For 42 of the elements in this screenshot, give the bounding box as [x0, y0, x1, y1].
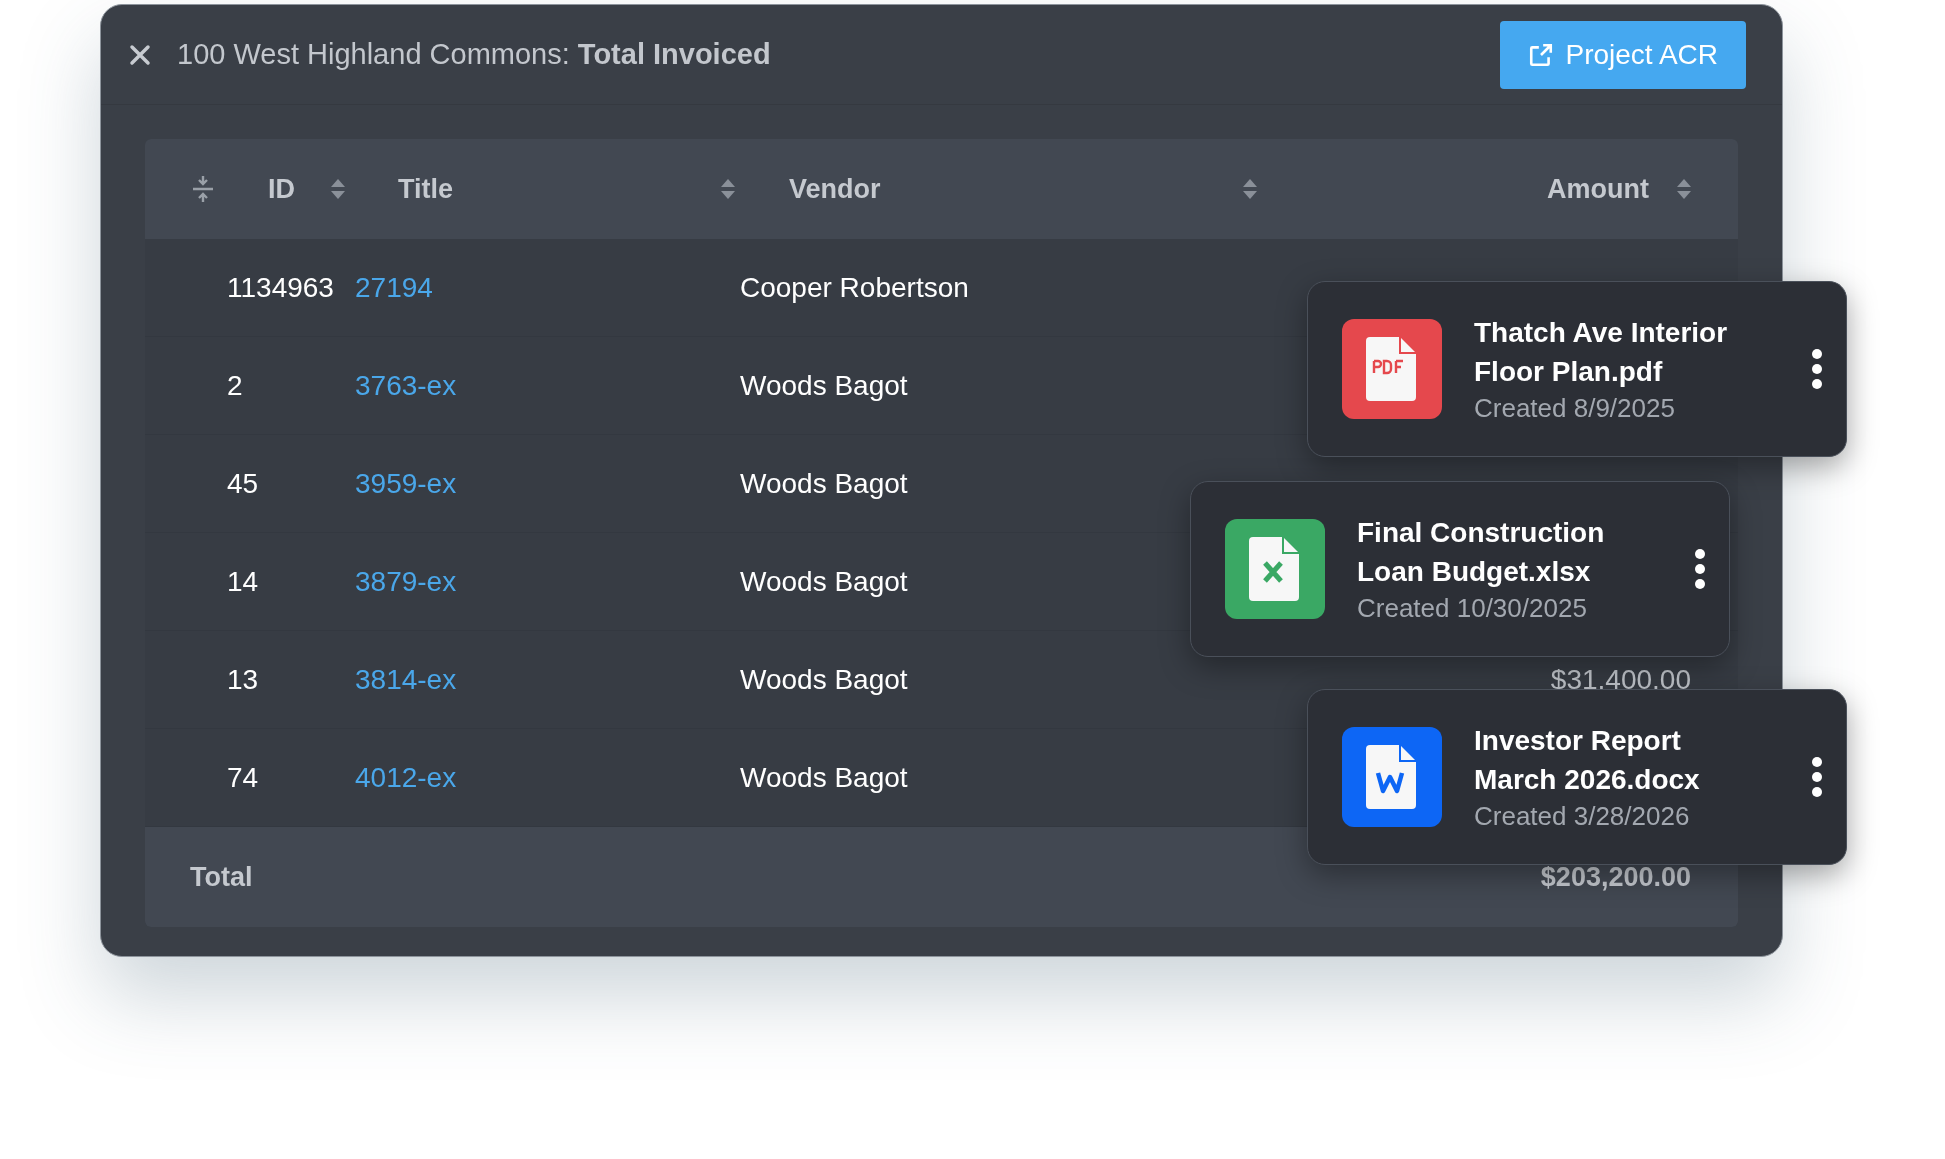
- more-options-icon[interactable]: [1695, 549, 1705, 589]
- window-title: 100 West Highland Commons: Total Invoiced: [177, 36, 771, 72]
- file-created-date: Created 10/30/2025: [1357, 592, 1588, 625]
- column-header[interactable]: Amount: [1547, 168, 1649, 210]
- table-cell-text: 74: [227, 760, 260, 795]
- invoice-link[interactable]: 3879-ex: [355, 560, 740, 603]
- file-name: Investor Report March 2026.docx: [1474, 724, 1701, 797]
- file-created-date: Created 3/28/2026: [1474, 800, 1691, 833]
- table-cell-text: 2: [227, 368, 244, 403]
- external-link-icon: [1527, 41, 1554, 68]
- table-cell-text: 1134963: [227, 270, 335, 305]
- file-name: Thatch Ave Interior Floor Plan.pdf: [1474, 316, 1729, 389]
- table-cell-text: 45: [227, 466, 260, 501]
- collapse-rows-icon[interactable]: [190, 174, 216, 204]
- file-tooltip[interactable]: Investor Report March 2026.docx Created 3/28/2026: [1307, 689, 1847, 865]
- invoice-link[interactable]: 3763-ex: [355, 364, 740, 407]
- invoice-link[interactable]: 3814-ex: [355, 658, 740, 701]
- invoice-link[interactable]: 3959-ex: [355, 462, 740, 505]
- file-name: Final Construction Loan Budget.xlsx: [1357, 516, 1606, 589]
- vendor-cell-text: Woods Bagot: [740, 368, 908, 403]
- file-tooltip[interactable]: Final Construction Loan Budget.xlsx Created 10/30/2025: [1190, 481, 1730, 657]
- vendor-cell-text: Woods Bagot: [740, 466, 908, 501]
- table-cell-text: 13: [227, 662, 260, 697]
- invoice-link[interactable]: 27194: [355, 266, 740, 309]
- invoice-link[interactable]: 4012-ex: [355, 756, 740, 799]
- more-options-icon[interactable]: [1812, 757, 1822, 797]
- column-header[interactable]: ID: [268, 168, 295, 210]
- file-tooltip[interactable]: Thatch Ave Interior Floor Plan.pdf Created 8/9/2025: [1307, 281, 1847, 457]
- vendor-cell-text: Cooper Robertson: [740, 270, 969, 305]
- column-header[interactable]: Title: [398, 168, 453, 210]
- vendor-cell-text: Woods Bagot: [740, 760, 908, 795]
- column-header[interactable]: Vendor: [789, 168, 881, 210]
- xlsx-file-icon: [1225, 519, 1325, 619]
- file-created-date: Created 8/9/2025: [1474, 392, 1676, 425]
- docx-file-icon: [1342, 727, 1442, 827]
- more-options-icon[interactable]: [1812, 349, 1822, 389]
- table-cell-text: 14: [227, 564, 260, 599]
- vendor-cell-text: Woods Bagot: [740, 564, 908, 599]
- total-label: Total: [190, 860, 253, 894]
- vendor-cell-text: Woods Bagot: [740, 662, 908, 697]
- pdf-file-icon: [1342, 319, 1442, 419]
- close-icon[interactable]: [129, 43, 151, 66]
